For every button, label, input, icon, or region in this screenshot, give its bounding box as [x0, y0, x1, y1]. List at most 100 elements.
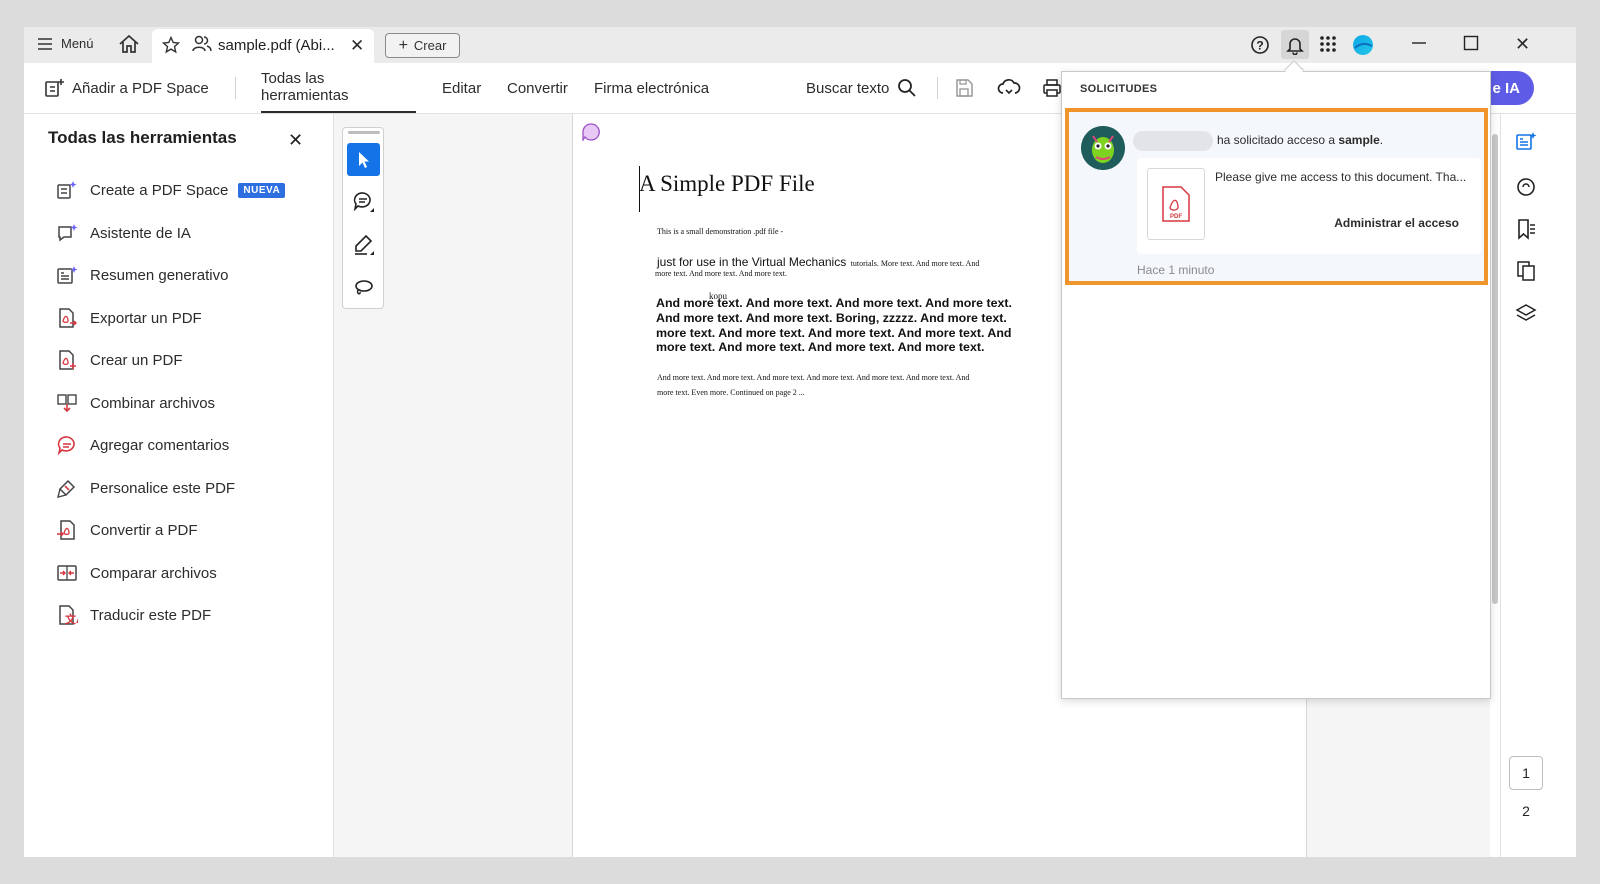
hamburger-icon — [38, 37, 52, 50]
tab-label: Firma electrónica — [594, 79, 710, 97]
pdf-space-add-icon — [45, 79, 64, 97]
manage-access-link[interactable]: Administrar el acceso — [1334, 216, 1459, 230]
doc-line: just for use in the Virtual Mechanics — [657, 255, 847, 269]
maximize-button[interactable] — [1463, 35, 1479, 51]
select-tool-button[interactable] — [347, 143, 380, 176]
minimize-button[interactable] — [1411, 35, 1427, 51]
lasso-icon — [355, 280, 373, 295]
ai-summary-icon — [1516, 132, 1537, 150]
highlight-tool[interactable] — [352, 233, 376, 262]
tool-label: Comparar archivos — [90, 564, 217, 582]
apps-grid-icon — [1320, 36, 1336, 52]
tool-customize-pdf[interactable]: Personalice este PDF — [54, 473, 235, 503]
apps-button[interactable] — [1319, 35, 1337, 53]
tab-label: Editar — [442, 79, 482, 97]
drag-handle[interactable] — [348, 131, 380, 134]
doc-line: more text. Even more. Continued on page … — [657, 388, 805, 397]
tool-add-comments[interactable]: Agregar comentarios — [54, 430, 229, 460]
tool-create-pdf-space[interactable]: Create a PDF Space NUEVA — [54, 175, 286, 205]
tool-label: Crear un PDF — [90, 351, 183, 369]
combine-files-icon — [54, 390, 80, 416]
comment-icon — [54, 432, 80, 458]
close-panel-button[interactable]: ✕ — [288, 130, 303, 151]
comment-rail-icon — [1517, 178, 1535, 196]
pages-rail-button[interactable] — [1515, 260, 1537, 287]
tool-convert-to-pdf[interactable]: Convertir a PDF — [54, 515, 198, 545]
notifications-button[interactable] — [1281, 30, 1309, 59]
add-to-pdf-space-button[interactable]: Añadir a PDF Space — [44, 63, 209, 113]
request-suffix: . — [1379, 133, 1384, 147]
tool-ai-assistant[interactable]: Asistente de IA — [54, 218, 191, 248]
tab-e-sign[interactable]: Firma electrónica — [594, 63, 709, 113]
tool-generative-summary[interactable]: Resumen generativo — [54, 260, 228, 290]
avatar-icon — [1353, 35, 1373, 55]
home-button[interactable] — [118, 34, 140, 54]
document-scrollbar[interactable] — [1490, 114, 1500, 857]
cloud-sync-icon — [997, 79, 1021, 95]
help-button[interactable]: ? — [1250, 35, 1270, 55]
draw-tool[interactable] — [352, 276, 376, 305]
bookmarks-rail-button[interactable] — [1515, 218, 1537, 245]
toolbar-divider — [235, 77, 236, 99]
create-button[interactable]: + Crear — [385, 33, 460, 58]
print-button[interactable] — [1042, 63, 1062, 113]
ai-assistant-icon — [54, 220, 80, 246]
tab-label: Convertir — [507, 79, 568, 97]
tool-label: Exportar un PDF — [90, 309, 202, 327]
page-number-total[interactable]: 2 — [1509, 796, 1543, 826]
user-avatar[interactable] — [1352, 34, 1374, 56]
layers-icon — [1515, 304, 1537, 321]
comments-rail-button[interactable] — [1515, 176, 1537, 203]
add-comment-tool[interactable] — [352, 190, 376, 219]
layers-rail-button[interactable] — [1515, 302, 1537, 329]
tab-edit[interactable]: Editar — [442, 63, 481, 113]
save-icon — [956, 79, 973, 97]
customize-icon — [54, 475, 80, 501]
access-request-card[interactable]: ha solicitado acceso a sample. PDF Pleas… — [1065, 108, 1488, 285]
document-tab[interactable]: sample.pdf (Abi... ✕ — [152, 29, 374, 63]
menu-button[interactable]: Menú — [37, 36, 94, 51]
cloud-sync-button[interactable] — [997, 63, 1021, 113]
doc-line: more text. And more text. And more text. — [655, 269, 787, 278]
doc-line: more text. And more text. And more text.… — [656, 340, 985, 355]
add-space-label: Añadir a PDF Space — [72, 79, 209, 97]
requester-name-redacted — [1133, 131, 1213, 151]
tool-label: Asistente de IA — [90, 224, 191, 242]
ai-summary-rail-button[interactable] — [1515, 130, 1537, 157]
comment-bubble-icon — [582, 123, 600, 143]
tool-compare-files[interactable]: Comparar archivos — [54, 558, 217, 588]
search-text-button[interactable]: Buscar texto — [806, 63, 917, 113]
tab-title: sample.pdf (Abi... — [218, 37, 335, 54]
doc-small-paragraph: And more text. And more text. And more t… — [657, 370, 969, 400]
tab-convert[interactable]: Convertir — [507, 63, 568, 113]
close-tab-button[interactable]: ✕ — [350, 36, 364, 56]
request-message-box: PDF Please give me access to this docume… — [1137, 158, 1481, 254]
tool-create-pdf[interactable]: Crear un PDF — [54, 345, 183, 375]
tool-combine-files[interactable]: Combinar archivos — [54, 388, 215, 418]
quick-tools-bar — [342, 127, 384, 309]
create-pdf-icon — [54, 347, 80, 373]
requester-avatar — [1081, 126, 1125, 170]
close-window-button[interactable]: ✕ — [1515, 34, 1530, 55]
tool-translate-pdf[interactable]: 文A Traducir este PDF — [54, 600, 211, 630]
doc-line: And more text. And more text. Boring, zz… — [656, 310, 1007, 325]
tool-export-pdf[interactable]: Exportar un PDF — [54, 303, 202, 333]
save-button[interactable] — [954, 63, 974, 113]
comment-add-icon — [353, 192, 374, 212]
right-rail: 1 2 — [1500, 114, 1548, 857]
comment-marker[interactable] — [582, 123, 600, 143]
scrollbar-thumb[interactable] — [1492, 134, 1498, 604]
tool-label: Resumen generativo — [90, 266, 229, 284]
toolbar-divider — [937, 77, 938, 99]
page-number-current[interactable]: 1 — [1509, 756, 1543, 790]
all-tools-panel: Todas las herramientas ✕ Create a PDF Sp… — [24, 114, 334, 857]
pdf-file-thumbnail: PDF — [1147, 168, 1205, 240]
bookmark-icon — [1518, 219, 1535, 240]
pdf-file-icon: PDF — [1162, 186, 1190, 222]
doc-line: tutorials. More text. And more text. And — [850, 259, 980, 268]
favorite-button[interactable] — [162, 36, 180, 54]
request-message: Please give me access to this document. … — [1215, 170, 1467, 184]
help-icon: ? — [1251, 36, 1269, 54]
svg-text:文A: 文A — [65, 612, 78, 626]
tab-all-tools[interactable]: Todas las herramientas — [261, 63, 416, 113]
